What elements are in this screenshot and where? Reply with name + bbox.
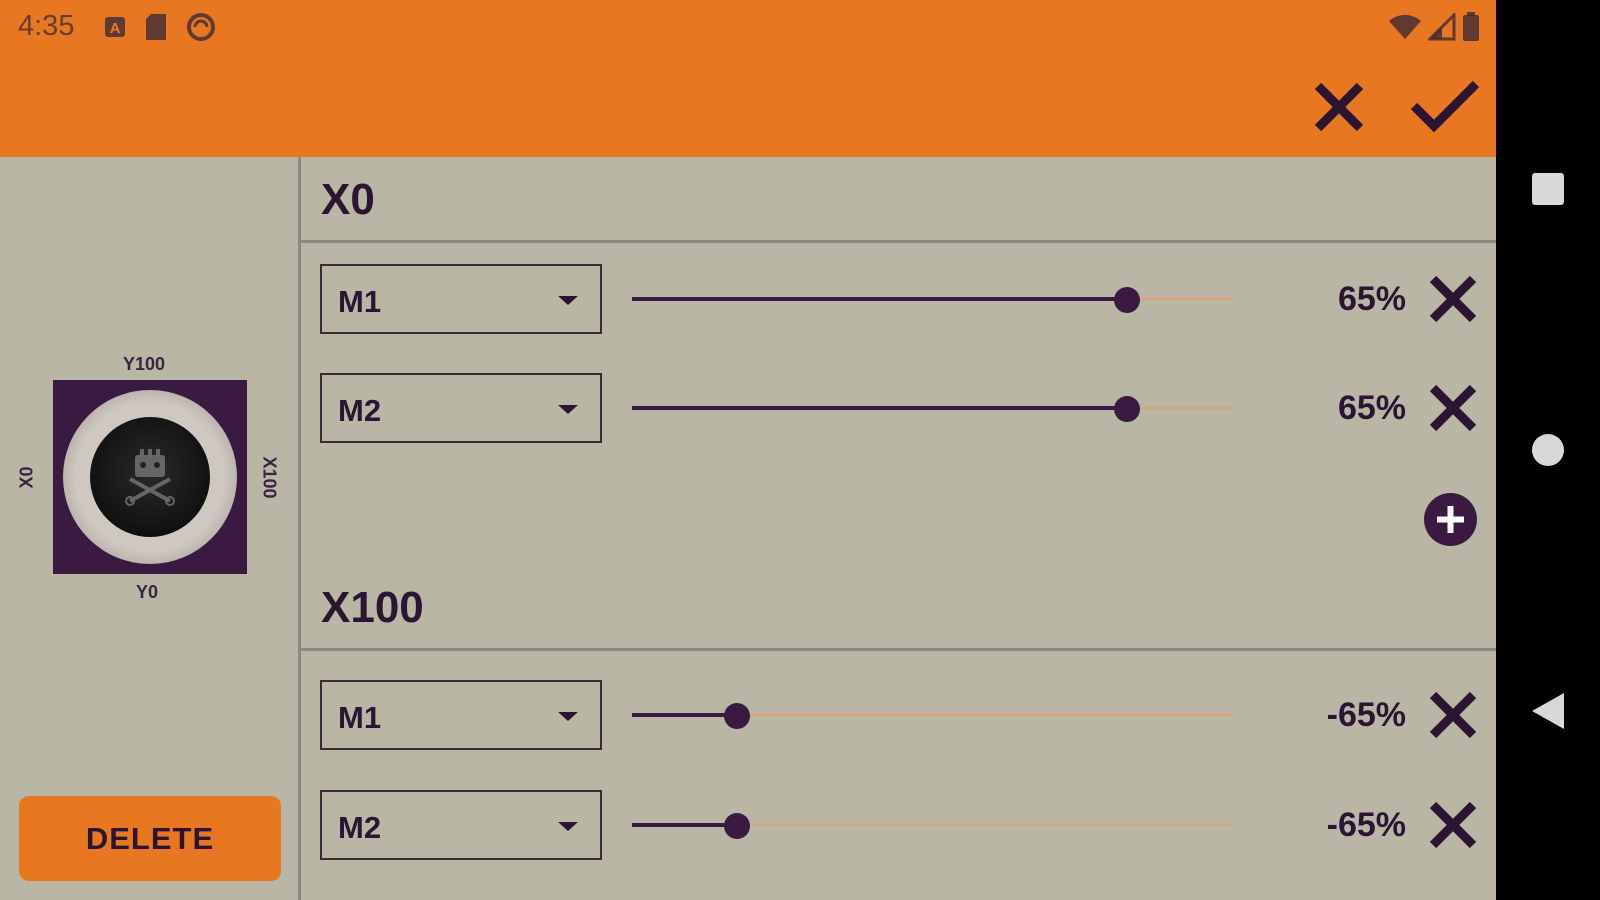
motor-select-value: M1 xyxy=(338,284,382,319)
close-icon xyxy=(1429,801,1477,849)
close-icon xyxy=(1429,691,1477,739)
dropdown-arrow-icon xyxy=(558,822,578,831)
delete-button[interactable]: DELETE xyxy=(19,796,281,881)
home-circle-icon[interactable] xyxy=(1532,434,1564,466)
joystick-label-left: X0 xyxy=(16,466,37,489)
dropdown-arrow-icon xyxy=(558,296,578,305)
sd-card-icon xyxy=(144,13,168,46)
right-panel: X0 M1 65% M2 65% X100 M1 -65% M2 -65% xyxy=(301,157,1496,900)
remove-row-button[interactable] xyxy=(1424,379,1482,437)
joystick-knob[interactable] xyxy=(90,417,210,537)
top-bar: 4:35 A xyxy=(0,0,1496,157)
power-slider[interactable] xyxy=(632,287,1232,313)
mapping-row: M1 65% xyxy=(301,264,1496,336)
section-title-x100: X100 xyxy=(321,583,424,632)
remove-row-button[interactable] xyxy=(1424,686,1482,744)
battery-icon xyxy=(1462,12,1480,47)
power-value: -65% xyxy=(1326,806,1406,844)
status-icons-right xyxy=(1388,11,1480,47)
joystick-ring xyxy=(63,390,237,564)
motor-select[interactable]: M1 xyxy=(320,680,602,750)
mapping-row: M2 65% xyxy=(301,373,1496,445)
app-root: 4:35 A Y100 Y0 X0 X100 DELETE X0 M1 65% … xyxy=(0,0,1496,900)
slider-thumb[interactable] xyxy=(1114,396,1140,422)
back-triangle-icon[interactable] xyxy=(1532,693,1564,729)
joystick-pad[interactable] xyxy=(53,380,247,574)
checkmark-icon xyxy=(1410,80,1480,133)
power-value: 65% xyxy=(1337,280,1406,318)
motor-select-value: M2 xyxy=(338,393,382,428)
cell-signal-icon xyxy=(1426,11,1456,46)
joystick-label-top: Y100 xyxy=(123,354,166,374)
close-icon xyxy=(1314,82,1364,132)
recents-square-icon[interactable] xyxy=(1532,173,1564,205)
section-divider xyxy=(301,240,1496,243)
mapping-row: M1 -65% xyxy=(301,680,1496,752)
slider-fill xyxy=(632,823,737,827)
confirm-button[interactable] xyxy=(1410,76,1480,138)
status-time: 4:35 xyxy=(18,10,75,42)
add-row-button[interactable] xyxy=(1424,493,1477,546)
status-icons-left: A xyxy=(104,12,216,47)
sync-icon xyxy=(186,12,216,47)
joystick-label-right: X100 xyxy=(259,456,280,499)
wifi-icon xyxy=(1388,13,1422,46)
power-slider[interactable] xyxy=(632,396,1232,422)
slider-fill xyxy=(632,297,1127,301)
power-slider[interactable] xyxy=(632,703,1232,729)
mapping-row: M2 -65% xyxy=(301,790,1496,862)
remove-row-button[interactable] xyxy=(1424,796,1482,854)
slider-thumb[interactable] xyxy=(1114,287,1140,313)
slider-fill xyxy=(632,406,1127,410)
svg-text:A: A xyxy=(110,20,121,37)
slider-fill xyxy=(632,713,737,717)
section-divider xyxy=(301,648,1496,651)
plus-circle-icon xyxy=(1437,506,1464,533)
motor-select[interactable]: M2 xyxy=(320,790,602,860)
robot-skull-crossbones-icon xyxy=(125,449,175,506)
power-slider[interactable] xyxy=(632,813,1232,839)
cancel-button[interactable] xyxy=(1308,76,1370,138)
close-icon xyxy=(1429,384,1477,432)
power-value: -65% xyxy=(1326,696,1406,734)
slider-thumb[interactable] xyxy=(724,703,750,729)
motor-select-value: M2 xyxy=(338,810,382,845)
remove-row-button[interactable] xyxy=(1424,270,1482,328)
motor-select[interactable]: M2 xyxy=(320,373,602,443)
system-nav-bar xyxy=(1496,0,1600,900)
joystick-label-bottom: Y0 xyxy=(136,582,159,602)
section-title-x0: X0 xyxy=(321,175,375,224)
a-notification-icon: A xyxy=(104,16,126,43)
close-icon xyxy=(1429,275,1477,323)
dropdown-arrow-icon xyxy=(558,712,578,721)
power-value: 65% xyxy=(1337,389,1406,427)
motor-select[interactable]: M1 xyxy=(320,264,602,334)
dropdown-arrow-icon xyxy=(558,405,578,414)
motor-select-value: M1 xyxy=(338,700,382,735)
slider-thumb[interactable] xyxy=(724,813,750,839)
